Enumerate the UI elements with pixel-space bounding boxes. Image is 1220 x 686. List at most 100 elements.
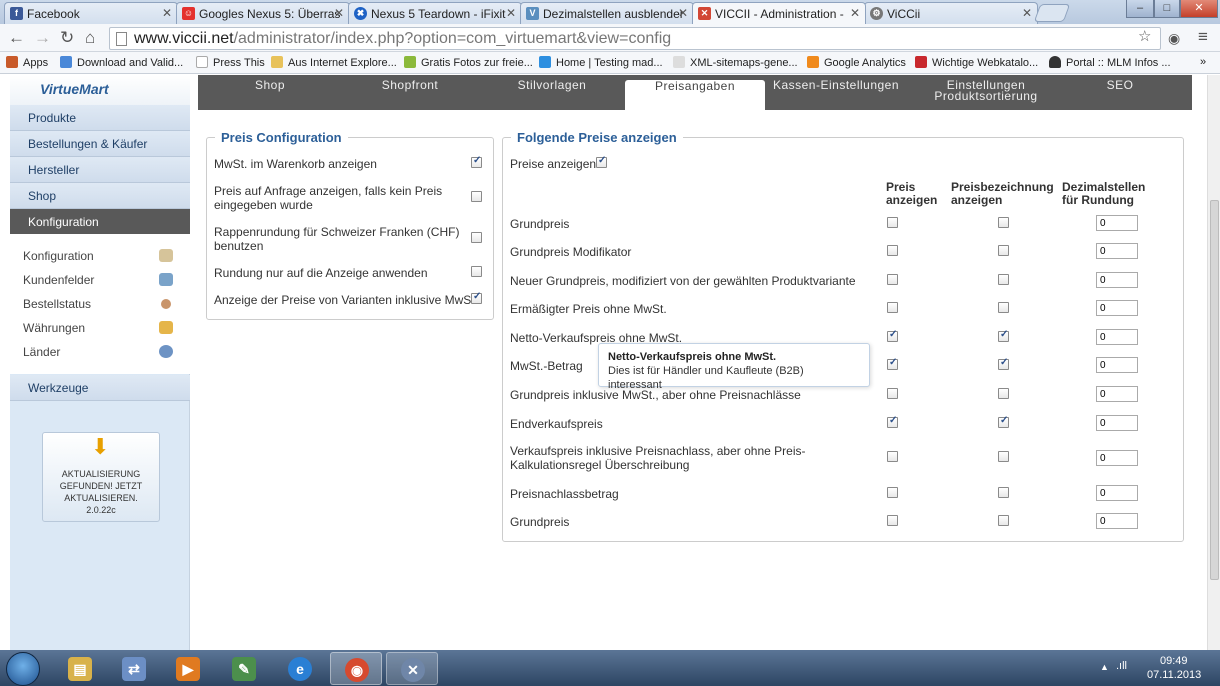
decimals-input[interactable]: [1096, 272, 1138, 288]
price-show-checkbox[interactable]: [887, 329, 898, 342]
bookmark-apps[interactable]: Apps: [6, 56, 48, 69]
taskbar-network[interactable]: ⇄: [108, 652, 160, 685]
page-scrollbar[interactable]: [1207, 75, 1220, 650]
star-icon[interactable]: ☆: [1138, 27, 1151, 45]
bookmark-press-this[interactable]: Press This: [196, 56, 265, 69]
close-icon[interactable]: ✕: [678, 6, 688, 20]
bookmark-webkataloge[interactable]: Wichtige Webkatalo...: [915, 56, 1038, 69]
sidebar-item-werkzeuge[interactable]: Werkzeuge: [10, 375, 190, 401]
taskbar-explorer[interactable]: ▤: [54, 652, 106, 685]
taskbar-ie[interactable]: e: [274, 652, 326, 685]
rundung-anzeige-checkbox[interactable]: [471, 266, 482, 277]
submenu-bestellstatus[interactable]: Bestellstatus: [23, 297, 173, 311]
tab-seo[interactable]: SEO: [1058, 79, 1182, 110]
price-label-checkbox[interactable]: [998, 302, 1009, 313]
maximize-button[interactable]: □: [1154, 0, 1180, 18]
browser-tab-viccii[interactable]: ⚙ ViCCii ✕: [864, 2, 1038, 24]
price-show-checkbox[interactable]: [887, 245, 898, 256]
varianten-mwst-checkbox[interactable]: [471, 291, 482, 304]
price-show-checkbox[interactable]: [887, 357, 898, 370]
tab-shop[interactable]: Shop: [208, 79, 332, 110]
price-label-checkbox[interactable]: [998, 274, 1009, 285]
submenu-konfiguration[interactable]: Konfiguration: [23, 249, 173, 263]
address-bar[interactable]: www.viccii.net/administrator/index.php?o…: [109, 27, 1161, 50]
decimals-input[interactable]: [1096, 386, 1138, 402]
bookmark-mlm[interactable]: Portal :: MLM Infos ...: [1049, 56, 1171, 69]
update-notice-button[interactable]: ⬇ AKTUALISIERUNG GEFUNDEN! JETZT AKTUALI…: [42, 432, 160, 522]
browser-tab-facebook[interactable]: f Facebook ✕: [4, 2, 178, 24]
bookmark-download[interactable]: Download and Valid...: [60, 56, 183, 69]
price-label-checkbox[interactable]: [998, 451, 1009, 462]
taskbar-chrome[interactable]: ◉: [330, 652, 382, 685]
sidebar-item-shop[interactable]: Shop: [10, 183, 190, 209]
tab-produktsortierung[interactable]: Einstellungen Produktsortierung: [916, 79, 1056, 110]
taskbar-paint[interactable]: ✎: [218, 652, 270, 685]
taskbar-media[interactable]: ▶: [162, 652, 214, 685]
price-show-checkbox[interactable]: [887, 274, 898, 285]
start-button[interactable]: [6, 652, 40, 686]
browser-tab-nexus-article[interactable]: ☺ Googles Nexus 5: Überras ✕: [176, 2, 350, 24]
price-show-checkbox[interactable]: [887, 388, 898, 399]
rappenrundung-checkbox[interactable]: [471, 232, 482, 243]
browser-tab-ifixit[interactable]: ✖ Nexus 5 Teardown - iFixit ✕: [348, 2, 522, 24]
sidebar-item-produkte[interactable]: Produkte: [10, 105, 190, 131]
price-show-checkbox[interactable]: [887, 487, 898, 498]
bookmark-xml-sitemaps[interactable]: XML-sitemaps-gene...: [673, 56, 798, 69]
preis-auf-anfrage-checkbox[interactable]: [471, 191, 482, 202]
decimals-input[interactable]: [1096, 300, 1138, 316]
decimals-input[interactable]: [1096, 450, 1138, 466]
price-show-checkbox[interactable]: [887, 515, 898, 526]
close-icon[interactable]: ✕: [162, 6, 172, 20]
tray-arrow-icon[interactable]: ▲: [1100, 662, 1109, 672]
price-label-checkbox[interactable]: [998, 388, 1009, 399]
clock-time[interactable]: 09:49: [1160, 655, 1188, 667]
forward-button[interactable]: →: [34, 28, 51, 48]
close-icon[interactable]: ✕: [1022, 6, 1032, 20]
tab-preisangaben[interactable]: Preisangaben: [625, 80, 765, 110]
scrollbar-thumb[interactable]: [1210, 200, 1219, 580]
sidebar-item-konfiguration[interactable]: Konfiguration: [10, 209, 190, 235]
bookmark-testing[interactable]: Home | Testing mad...: [539, 56, 663, 69]
browser-tab-dezimalstellen[interactable]: V Dezimalstellen ausblender ✕: [520, 2, 694, 24]
decimals-input[interactable]: [1096, 215, 1138, 231]
preise-anzeigen-checkbox[interactable]: [596, 155, 607, 168]
price-label-checkbox[interactable]: [998, 217, 1009, 228]
browser-tab-viccii-admin[interactable]: ✕ VICCII - Administration - ✕: [692, 2, 866, 24]
close-icon[interactable]: ✕: [334, 6, 344, 20]
tab-stilvorlagen[interactable]: Stilvorlagen: [490, 79, 614, 110]
sidebar-item-bestellungen[interactable]: Bestellungen & Käufer: [10, 131, 190, 157]
price-label-checkbox[interactable]: [998, 415, 1009, 428]
price-show-checkbox[interactable]: [887, 415, 898, 428]
decimals-input[interactable]: [1096, 485, 1138, 501]
price-label-checkbox[interactable]: [998, 515, 1009, 526]
virtuemart-logo[interactable]: VirtueMart: [10, 75, 190, 105]
reload-button[interactable]: ↻: [60, 28, 74, 48]
signal-icon[interactable]: .ıll: [1116, 660, 1127, 672]
bookmark-analytics[interactable]: Google Analytics: [807, 56, 906, 69]
bookmark-ie-folder[interactable]: Aus Internet Explore...: [271, 56, 397, 69]
mwst-warenkorb-checkbox[interactable]: [471, 155, 482, 168]
menu-icon[interactable]: ≡: [1198, 27, 1208, 47]
sidebar-item-hersteller[interactable]: Hersteller: [10, 157, 190, 183]
new-tab-button[interactable]: [1033, 4, 1071, 22]
clock-date[interactable]: 07.11.2013: [1147, 669, 1201, 681]
decimals-input[interactable]: [1096, 357, 1138, 373]
extension-icon[interactable]: ◉: [1168, 30, 1180, 47]
submenu-kundenfelder[interactable]: Kundenfelder: [23, 273, 173, 287]
decimals-input[interactable]: [1096, 513, 1138, 529]
price-show-checkbox[interactable]: [887, 217, 898, 228]
decimals-input[interactable]: [1096, 243, 1138, 259]
taskbar-tool[interactable]: ✕: [386, 652, 438, 685]
back-button[interactable]: ←: [8, 28, 25, 48]
submenu-waehrungen[interactable]: Währungen: [23, 321, 173, 335]
price-label-checkbox[interactable]: [998, 357, 1009, 370]
close-icon[interactable]: ✕: [850, 6, 860, 20]
price-label-checkbox[interactable]: [998, 329, 1009, 342]
price-show-checkbox[interactable]: [887, 451, 898, 462]
bookmark-gratis-fotos[interactable]: Gratis Fotos zur freie...: [404, 56, 533, 69]
submenu-laender[interactable]: Länder: [23, 345, 173, 359]
more-bookmarks-icon[interactable]: »: [1200, 56, 1206, 68]
decimals-input[interactable]: [1096, 329, 1138, 345]
price-label-checkbox[interactable]: [998, 487, 1009, 498]
close-icon[interactable]: ✕: [506, 6, 516, 20]
